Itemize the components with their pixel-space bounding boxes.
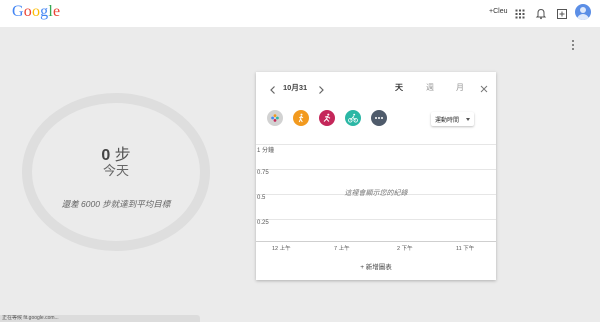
metric-select[interactable]: 運動時間 (431, 112, 474, 126)
logo-letter: o (23, 3, 32, 20)
goal-remaining-text: 還差 6000 步就達到平均目標 (61, 199, 171, 209)
x-axis-label: 7 上午 (334, 246, 350, 252)
gridline (256, 144, 496, 145)
all-activities-icon[interactable] (267, 110, 283, 126)
add-chart-button[interactable]: + 新增圖表 (256, 261, 496, 271)
x-axis-label: 11 下午 (456, 246, 475, 252)
google-logo[interactable]: Google (12, 3, 60, 21)
activity-card: 10月31 天 週 月 運動時間 1 分鐘 0.75 0.5 0.25 這裡會顯… (256, 72, 496, 280)
account-avatar-icon[interactable] (575, 4, 591, 20)
y-axis-label: 0.75 (257, 170, 269, 176)
empty-chart-message: 這裡會顯示您的紀錄 (344, 190, 408, 197)
tab-day[interactable]: 天 (395, 82, 403, 93)
running-icon[interactable] (319, 110, 335, 126)
logo-letter: e (53, 3, 61, 20)
tab-month[interactable]: 月 (456, 82, 464, 93)
add-share-icon[interactable] (556, 7, 568, 19)
x-axis (256, 241, 496, 242)
avatar-head (580, 7, 586, 13)
chevron-down-icon (466, 118, 470, 121)
current-date: 10月31 (283, 83, 308, 92)
more-options-icon[interactable] (570, 38, 576, 50)
gridline (256, 169, 496, 170)
walking-icon[interactable] (293, 110, 309, 126)
tab-week[interactable]: 週 (426, 82, 434, 93)
previous-day-chevron-icon[interactable] (268, 82, 278, 94)
x-axis-label: 12 上午 (272, 246, 291, 252)
avatar-body (577, 14, 589, 20)
more-activities-icon[interactable] (371, 110, 387, 126)
close-icon[interactable] (479, 81, 489, 93)
period-label: 今天 (102, 163, 129, 178)
google-plus-link[interactable]: +Cleu (489, 8, 507, 15)
gridline (256, 219, 496, 220)
y-axis-label: 0.25 (257, 220, 269, 226)
logo-letter: G (12, 3, 24, 20)
metric-select-value: 運動時間 (435, 118, 460, 124)
apps-grid-icon[interactable] (514, 7, 526, 19)
notifications-bell-icon[interactable] (535, 7, 547, 20)
x-axis-label: 2 下午 (397, 246, 413, 252)
next-day-chevron-icon[interactable] (316, 82, 326, 94)
cycling-icon[interactable] (345, 110, 361, 126)
y-axis-label: 1 分鐘 (257, 148, 275, 154)
top-bar: Google +Cleu (0, 0, 600, 27)
logo-letter: o (31, 3, 41, 20)
browser-status-bar: 正在等候 fit.google.com... (0, 315, 200, 322)
